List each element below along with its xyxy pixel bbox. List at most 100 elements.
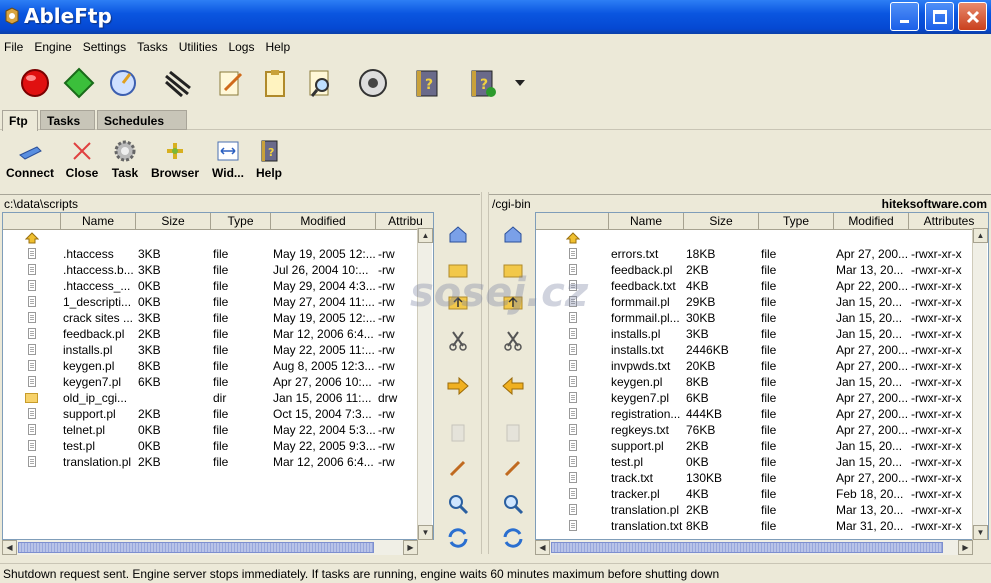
table-row[interactable]: installs.pl 3KB file May 22, 2005 11:... -rw [3,342,433,358]
remote-vertical-scrollbar[interactable]: ▲ ▼ [972,228,988,540]
column-header[interactable] [3,213,61,230]
table-row[interactable]: feedback.pl 2KB file Mar 13, 20... -rwxr-xr-… [536,262,988,278]
scroll-down-button[interactable]: ▼ [973,525,988,540]
table-row[interactable]: old_ip_cgi... dir Jan 15, 2006 11:... drw [3,390,433,406]
close-button[interactable] [958,2,987,31]
download-button[interactable] [499,372,527,400]
table-row[interactable]: telnet.pl 0KB file May 22, 2004 5:3... -rw [3,422,433,438]
remote-path[interactable]: /cgi-bin [492,197,531,211]
table-row[interactable]: .htaccess 3KB file May 19, 2005 12:... -rw [3,246,433,262]
table-row[interactable]: support.pl 2KB file Jan 15, 20... -rwxr-xr-x [536,438,988,454]
table-row[interactable]: keygen.pl 8KB file Jan 15, 20... -rwxr-xr-x [536,374,988,390]
scroll-up-button[interactable]: ▲ [973,228,988,243]
close-connection-button[interactable]: Close [62,136,102,180]
column-header[interactable] [536,213,609,230]
table-row[interactable]: regkeys.txt 76KB file Apr 27, 200... -rwxr-x… [536,422,988,438]
connect-button[interactable]: Connect [4,136,56,180]
maximize-button[interactable] [925,2,954,31]
disk-button[interactable] [356,66,390,100]
table-row[interactable]: translation.pl 2KB file Mar 13, 20... -rwxr-… [536,502,988,518]
start-engine-button[interactable] [62,66,96,100]
column-header[interactable]: Name [61,213,136,230]
scroll-left-button[interactable]: ◀ [2,540,17,555]
menu-tasks[interactable]: Tasks [137,36,173,58]
local-horizontal-scrollbar[interactable]: ◀ ▶ [2,540,418,555]
monitor-button[interactable] [106,66,140,100]
remote-rename-button[interactable] [499,454,527,482]
table-row[interactable]: track.txt 130KB file Apr 27, 200... -rwxr-xr… [536,470,988,486]
scroll-down-button[interactable]: ▼ [418,525,433,540]
more-dropdown-button[interactable] [505,66,535,100]
refresh-button[interactable] [444,524,472,552]
table-row[interactable]: keygen7.pl 6KB file Apr 27, 200... -rwxr-xr-… [536,390,988,406]
remote-cut-button[interactable] [499,326,527,354]
scroll-left-button[interactable]: ◀ [535,540,550,555]
minimize-button[interactable] [890,2,919,31]
home-button[interactable] [444,220,472,248]
table-row[interactable]: .htaccess.b... 3KB file Jul 26, 2004 10:...… [3,262,433,278]
table-row[interactable]: formmail.pl... 30KB file Jan 15, 20... -rwxr… [536,310,988,326]
scroll-thumb[interactable] [18,542,374,553]
menu-logs[interactable]: Logs [228,36,259,58]
stop-engine-button[interactable] [18,66,52,100]
column-header[interactable]: Type [759,213,834,230]
task-button[interactable]: Task [106,136,144,180]
column-header[interactable]: Type [211,213,271,230]
menu-settings[interactable]: Settings [83,36,131,58]
table-row[interactable]: keygen7.pl 6KB file Apr 27, 2006 10:... -rw [3,374,433,390]
rename-button[interactable] [444,454,472,482]
column-header[interactable]: Name [609,213,684,230]
table-row[interactable]: test.pl 0KB file May 22, 2005 9:3... -rw [3,438,433,454]
table-row[interactable]: errors.txt 18KB file Apr 27, 200... -rwxr-xr… [536,246,988,262]
help-sub-button[interactable]: ? Help [252,136,286,180]
column-header[interactable]: Modified [834,213,909,230]
upload-button[interactable] [444,372,472,400]
table-row[interactable]: keygen.pl 8KB file Aug 8, 2005 12:3... -rw [3,358,433,374]
tab-ftp[interactable]: Ftp [2,110,38,131]
table-row[interactable]: translation.pl 2KB file Mar 12, 2006 6:4...… [3,454,433,470]
menu-engine[interactable]: Engine [34,36,76,58]
pane-splitter[interactable] [481,192,489,554]
cut-button[interactable] [444,326,472,354]
menu-utilities[interactable]: Utilities [179,36,223,58]
help-add-button[interactable]: ? [465,66,499,100]
table-row[interactable]: feedback.pl 2KB file Mar 12, 2006 6:4... -rw [3,326,433,342]
scroll-up-button[interactable]: ▲ [418,228,433,243]
table-row[interactable]: installs.txt 2446KB file Apr 27, 200... -rwx… [536,342,988,358]
table-row[interactable]: support.pl 2KB file Oct 15, 2004 7:3... -rw [3,406,433,422]
clipboard-button[interactable] [258,66,292,100]
width-button[interactable]: Wid... [208,136,248,180]
table-row[interactable]: .htaccess_... 0KB file May 29, 2004 4:3... -… [3,278,433,294]
table-row[interactable] [3,230,433,246]
table-row[interactable]: registration... 444KB file Apr 27, 200... -r… [536,406,988,422]
table-row[interactable]: feedback.txt 4KB file Apr 22, 200... -rwxr-x… [536,278,988,294]
find-button[interactable] [444,490,472,518]
help-button[interactable]: ? [410,66,444,100]
remote-home-button[interactable] [499,220,527,248]
remote-horizontal-scrollbar[interactable]: ◀ ▶ [535,540,973,555]
table-row[interactable]: tracker.pl 4KB file Feb 18, 20... -rwxr-xr-x [536,486,988,502]
table-row[interactable]: test.pl 0KB file Jan 15, 20... -rwxr-xr-x [536,454,988,470]
column-header[interactable]: Size [684,213,759,230]
remote-find-button[interactable] [499,490,527,518]
connections-button[interactable] [160,66,194,100]
local-file-list[interactable]: Name Size Type Modified Attribu .htaccess 3KB f… [2,212,434,540]
tab-schedules[interactable]: Schedules [97,110,187,130]
table-row[interactable]: 1_descripti... 0KB file May 27, 2004 11:...… [3,294,433,310]
table-row[interactable]: installs.pl 3KB file Jan 15, 20... -rwxr-xr-… [536,326,988,342]
remote-file-list[interactable]: Name Size Type Modified Attributes errors.txt… [535,212,989,540]
local-path[interactable]: c:\data\scripts [0,194,480,212]
column-header[interactable]: Size [136,213,211,230]
table-row[interactable] [536,230,988,246]
table-row[interactable]: formmail.pl 29KB file Jan 15, 20... -rwxr-xr… [536,294,988,310]
table-row[interactable]: crack sites ... 3KB file May 19, 2005 12:..… [3,310,433,326]
remote-refresh-button[interactable] [499,524,527,552]
search-doc-button[interactable] [303,66,337,100]
tab-tasks[interactable]: Tasks [40,110,95,130]
delete-button[interactable] [444,418,472,446]
remote-delete-button[interactable] [499,418,527,446]
column-header[interactable]: Modified [271,213,376,230]
scroll-thumb[interactable] [551,542,943,553]
table-row[interactable]: invpwds.txt 20KB file Apr 27, 200... -rwxr-x… [536,358,988,374]
edit-button[interactable] [213,66,247,100]
